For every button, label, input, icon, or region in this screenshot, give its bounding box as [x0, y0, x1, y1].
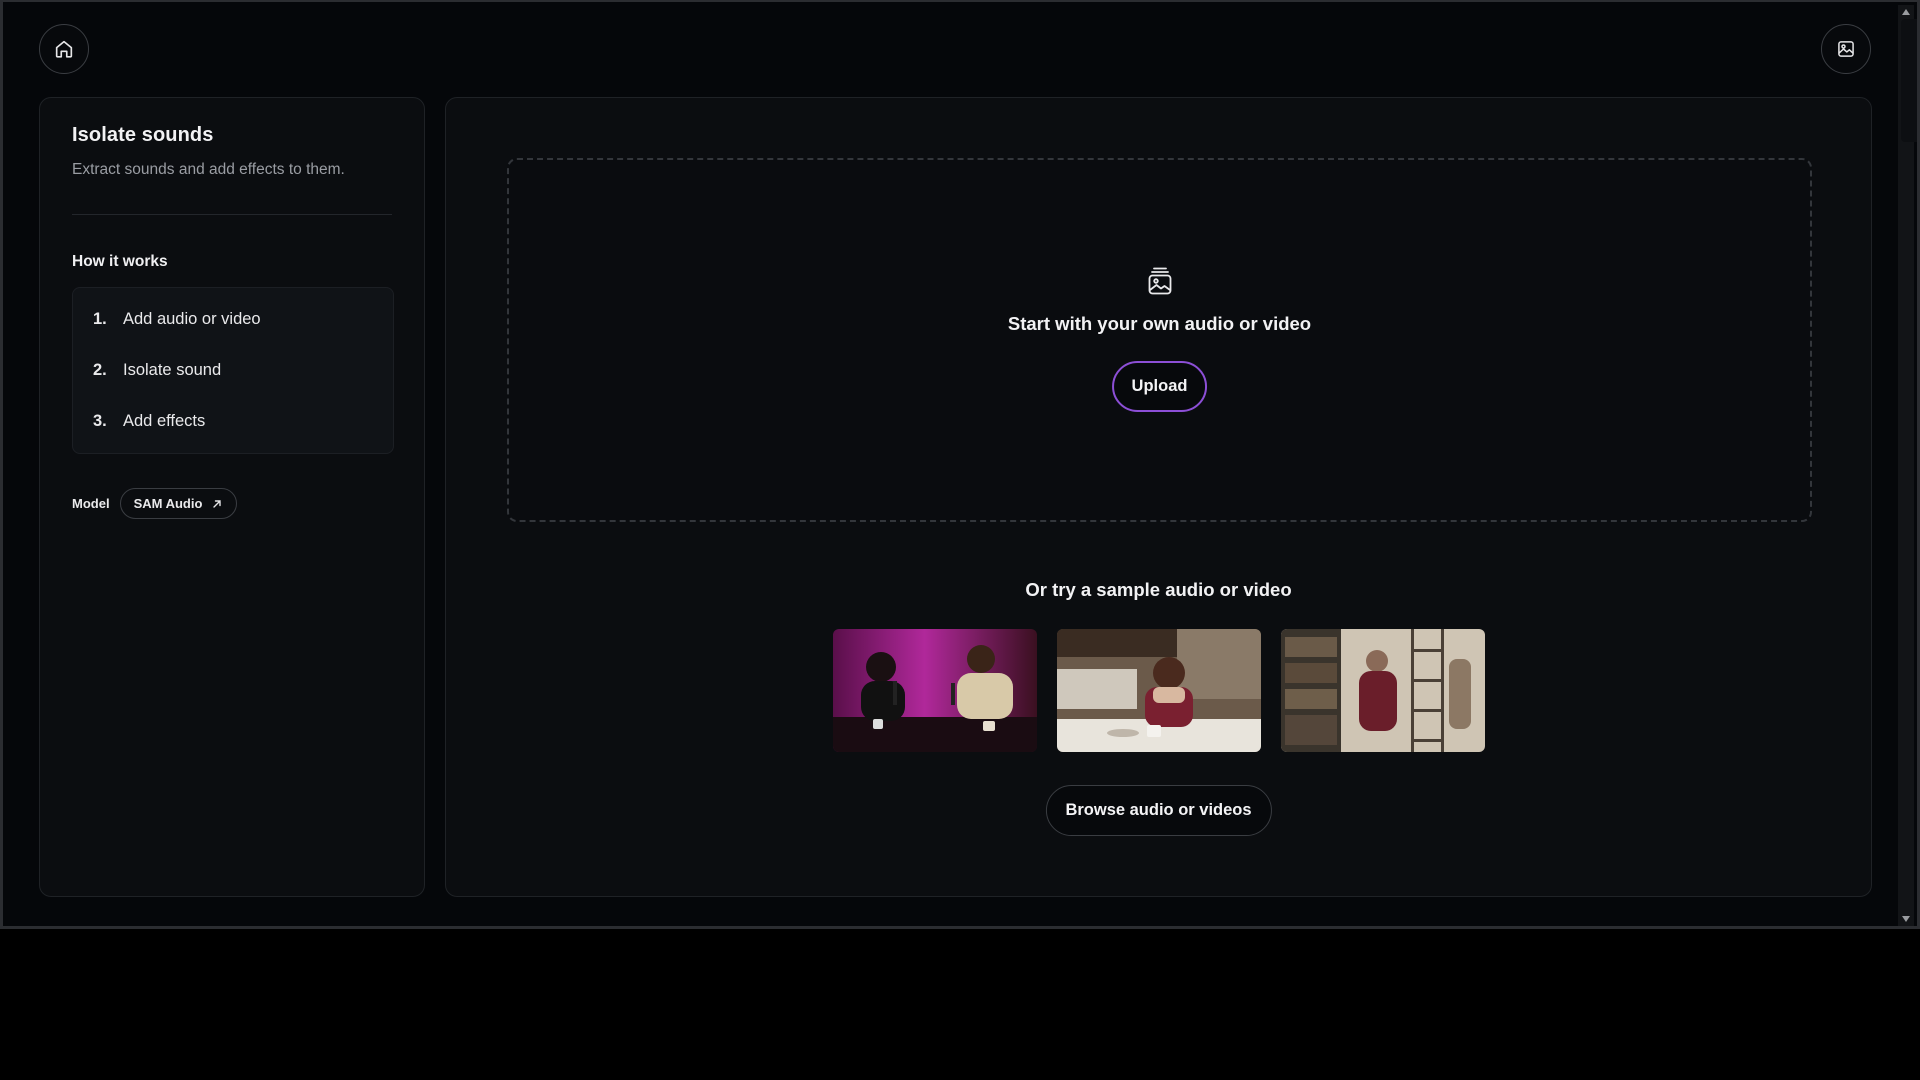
- sidebar-divider: [72, 214, 392, 215]
- step-item-add-media: 1. Add audio or video: [93, 294, 373, 345]
- home-icon: [55, 40, 73, 58]
- sample-thumbnails: [833, 629, 1485, 752]
- step-item-add-effects: 3. Add effects: [93, 396, 373, 447]
- step-item-isolate-sound: 2. Isolate sound: [93, 345, 373, 396]
- browse-media-button[interactable]: Browse audio or videos: [1045, 785, 1272, 836]
- step-number: 3.: [93, 412, 107, 430]
- dropzone-title: Start with your own audio or video: [1007, 313, 1312, 334]
- home-button[interactable]: [39, 24, 89, 74]
- page-subtitle: Extract sounds and add effects to them.: [72, 161, 345, 178]
- sample-thumbnail-cafe[interactable]: [1057, 629, 1261, 752]
- sample-thumbnail-library[interactable]: [1281, 629, 1485, 752]
- sample-thumbnail-podcast[interactable]: [833, 629, 1037, 752]
- upload-button[interactable]: Upload: [1111, 361, 1208, 412]
- step-number: 2.: [93, 361, 107, 379]
- step-number: 1.: [93, 310, 107, 328]
- scrollbar-thumb[interactable]: [1901, 19, 1917, 142]
- step-label: Isolate sound: [123, 361, 222, 379]
- app-viewport: Isolate sounds Extract sounds and add ef…: [0, 0, 1920, 929]
- upload-dropzone[interactable]: Start with your own audio or video Uploa…: [507, 158, 1812, 522]
- image-gallery-icon: [1838, 41, 1854, 57]
- scroll-down-icon[interactable]: [1902, 916, 1910, 922]
- step-label: Add audio or video: [123, 310, 261, 328]
- steps-list: 1. Add audio or video 2. Isolate sound 3…: [72, 287, 394, 454]
- how-it-works-heading: How it works: [72, 253, 168, 270]
- samples-heading: Or try a sample audio or video: [1025, 579, 1292, 600]
- model-label: Model: [72, 496, 110, 511]
- page-title: Isolate sounds: [72, 124, 214, 146]
- model-link-chip[interactable]: SAM Audio: [119, 488, 238, 519]
- model-name: SAM Audio: [133, 496, 203, 511]
- sidebar-panel: Isolate sounds Extract sounds and add ef…: [39, 97, 425, 897]
- vertical-scrollbar[interactable]: [1898, 5, 1917, 926]
- model-row: Model SAM Audio: [72, 488, 392, 519]
- media-file-icon: [1147, 266, 1173, 301]
- main-panel: Start with your own audio or video Uploa…: [445, 97, 1872, 897]
- scroll-up-icon[interactable]: [1902, 9, 1910, 15]
- gallery-button[interactable]: [1821, 24, 1871, 74]
- arrow-up-right-icon: [213, 499, 222, 508]
- step-label: Add effects: [123, 412, 206, 430]
